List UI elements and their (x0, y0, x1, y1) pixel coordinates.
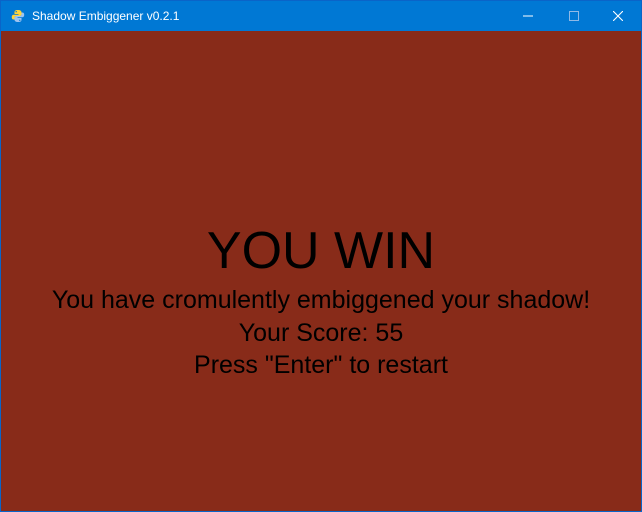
game-window: Shadow Embiggener v0.2.1 YOU WIN You hav… (0, 0, 642, 512)
minimize-icon (523, 15, 533, 17)
win-headline: YOU WIN (206, 222, 436, 280)
python-icon (11, 9, 25, 23)
restart-prompt: Press "Enter" to restart (194, 351, 448, 379)
maximize-icon (569, 11, 579, 21)
title-bar[interactable]: Shadow Embiggener v0.2.1 (1, 1, 641, 31)
close-icon (613, 11, 623, 21)
maximize-button[interactable] (551, 1, 597, 31)
minimize-button[interactable] (505, 1, 551, 31)
win-message: You have cromulently embiggened your sha… (51, 286, 591, 314)
window-title: Shadow Embiggener v0.2.1 (32, 9, 180, 23)
score-display: Your Score: 55 (238, 319, 404, 347)
game-canvas[interactable]: YOU WIN You have cromulently embiggened … (1, 31, 641, 511)
close-button[interactable] (595, 1, 641, 31)
